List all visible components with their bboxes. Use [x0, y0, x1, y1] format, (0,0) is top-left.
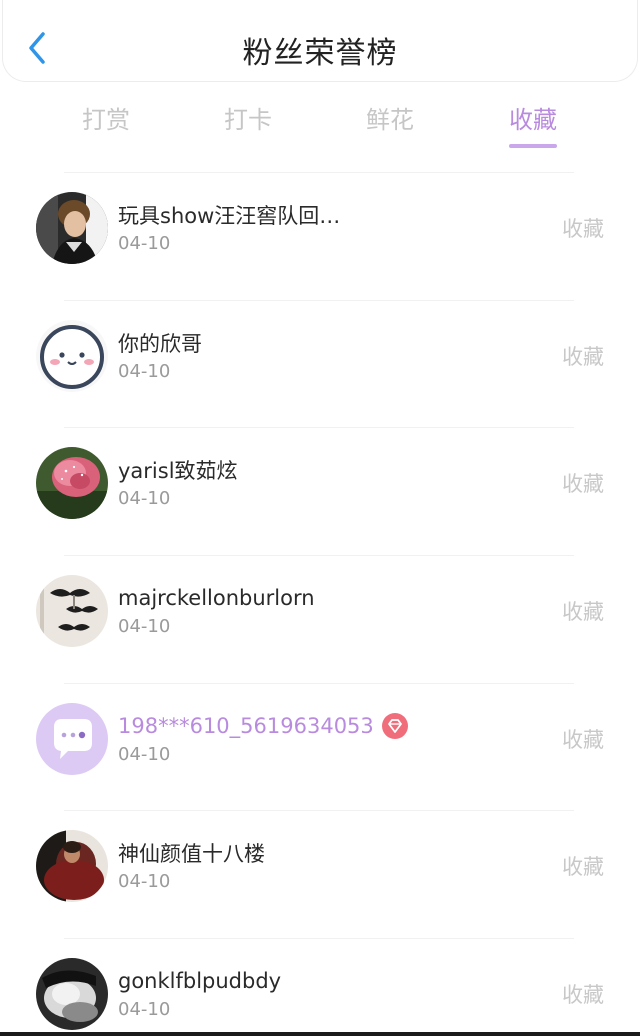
- favorite-label: 收藏: [562, 344, 604, 369]
- default-chat-bubble-avatar[interactable]: [36, 702, 108, 775]
- list-item[interactable]: yarisl致茹炫 04-10 收藏: [0, 428, 640, 557]
- user-name[interactable]: majrckellonburlorn: [118, 586, 315, 610]
- date-label: 04-10: [118, 999, 171, 1021]
- bw-photo-avatar[interactable]: [36, 958, 108, 1031]
- name-line: 198***610_5619634053: [118, 711, 408, 741]
- date-label: 04-10: [118, 233, 171, 254]
- tab-label: 收藏: [509, 106, 557, 134]
- list-item[interactable]: gonklfblpudbdy 04-10 收藏: [0, 939, 640, 1036]
- user-name[interactable]: 神仙颜值十八楼: [118, 838, 265, 868]
- tab-checkin[interactable]: 打卡: [193, 100, 303, 152]
- page-title: 粉丝荣誉榜: [242, 36, 398, 71]
- favorite-label: 收藏: [562, 855, 604, 880]
- list-item[interactable]: 198***610_5619634053 04-10 收藏: [0, 684, 640, 812]
- list-item[interactable]: 神仙颜值十八楼 04-10 收藏: [0, 811, 640, 940]
- date-label: 04-10: [118, 871, 171, 893]
- mustache-avatar[interactable]: [36, 575, 108, 648]
- active-tab-indicator: [509, 144, 557, 148]
- favorite-label: 收藏: [562, 727, 604, 752]
- cartoon-face-avatar[interactable]: [36, 319, 108, 392]
- list-item[interactable]: 玩具show汪汪窖队回… 04-10 收藏: [0, 173, 640, 301]
- user-name[interactable]: 你的欣哥: [118, 328, 202, 358]
- date-label: 04-10: [118, 616, 171, 638]
- user-name[interactable]: 玩具show汪汪窖队回…: [118, 200, 340, 230]
- list-item[interactable]: 你的欣哥 04-10 收藏: [0, 301, 640, 429]
- fan-honor-page: 粉丝荣誉榜 打赏 打卡 鲜花 收藏 玩具show汪汪窖队回… 04-10 收藏 …: [0, 0, 640, 1036]
- fan-list: 玩具show汪汪窖队回… 04-10 收藏 你的欣哥 04-10 收藏 yari…: [0, 173, 640, 1036]
- tab-label: 打赏: [82, 106, 130, 134]
- favorite-label: 收藏: [562, 600, 604, 625]
- flower-photo-avatar[interactable]: [36, 447, 108, 520]
- tab-label: 鲜花: [366, 106, 414, 134]
- tab-reward[interactable]: 打赏: [51, 100, 161, 152]
- favorite-label: 收藏: [562, 472, 604, 497]
- favorite-label: 收藏: [562, 983, 604, 1008]
- name-line: 神仙颜值十八楼: [118, 838, 265, 868]
- name-line: yarisl致茹炫: [118, 455, 238, 485]
- date-label: 04-10: [118, 743, 171, 765]
- name-line: majrckellonburlorn: [118, 583, 315, 613]
- screen-bottom-edge: [0, 1032, 640, 1036]
- user-name[interactable]: gonklfblpudbdy: [118, 969, 281, 993]
- dark-photo-avatar[interactable]: [36, 830, 108, 903]
- tab-bar: 打赏 打卡 鲜花 收藏: [36, 100, 604, 156]
- name-line: 你的欣哥: [118, 328, 202, 358]
- date-label: 04-10: [118, 488, 171, 510]
- tab-favorites[interactable]: 收藏: [478, 100, 588, 152]
- user-name[interactable]: 198***610_5619634053: [118, 714, 374, 738]
- tab-flowers[interactable]: 鲜花: [335, 100, 445, 152]
- list-item[interactable]: majrckellonburlorn 04-10 收藏: [0, 556, 640, 684]
- person-photo-avatar[interactable]: [36, 192, 108, 264]
- diamond-icon: [381, 712, 408, 739]
- tab-label: 打卡: [224, 106, 272, 134]
- name-line: gonklfblpudbdy: [118, 966, 281, 996]
- date-label: 04-10: [118, 360, 171, 382]
- user-name[interactable]: yarisl致茹炫: [118, 455, 238, 485]
- header-bar: 粉丝荣誉榜: [2, 0, 638, 82]
- favorite-label: 收藏: [562, 217, 604, 241]
- name-line: 玩具show汪汪窖队回…: [118, 200, 340, 230]
